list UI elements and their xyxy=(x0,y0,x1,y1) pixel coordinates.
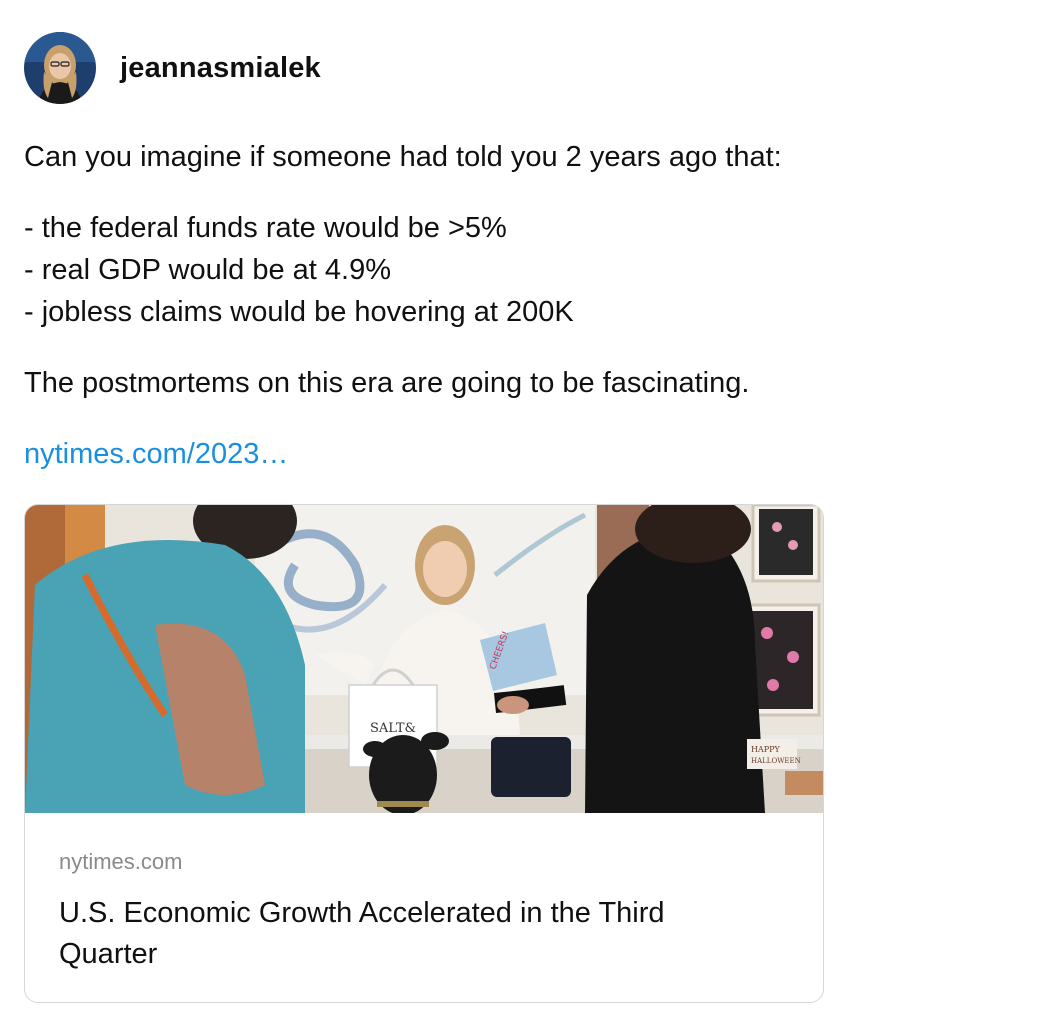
card-meta: nytimes.com U.S. Economic Growth Acceler… xyxy=(25,813,823,975)
link-preview-card[interactable]: CHEERS! SALT& HAPPY HALLOWEEN nytimes.co… xyxy=(24,504,824,1003)
avatar-photo xyxy=(24,32,96,104)
decor-text-line: HAPPY xyxy=(751,745,781,754)
author-username[interactable]: jeannasmialek xyxy=(120,52,321,85)
post-list-item: - jobless claims would be hovering at 20… xyxy=(24,296,574,328)
bag-sign-text: SALT& xyxy=(370,721,416,736)
thread-post: jeannasmialek Can you imagine if someone… xyxy=(24,32,1024,1003)
article-link[interactable]: nytimes.com/2023… xyxy=(24,433,288,475)
post-list: - the federal funds rate would be >5% - … xyxy=(24,207,1024,333)
card-domain: nytimes.com xyxy=(59,849,183,874)
post-line: Can you imagine if someone had told you … xyxy=(24,141,782,173)
article-image: CHEERS! SALT& HAPPY HALLOWEEN xyxy=(25,505,823,813)
decor-text-line: HALLOWEEN xyxy=(751,757,801,765)
post-list-item: - real GDP would be at 4.9% xyxy=(24,254,391,286)
avatar[interactable] xyxy=(24,32,96,104)
post-paragraph: The postmortems on this era are going to… xyxy=(24,362,1024,404)
post-text: Can you imagine if someone had told you … xyxy=(24,136,1024,404)
post-paragraph: Can you imagine if someone had told you … xyxy=(24,136,1024,178)
card-title: U.S. Economic Growth Accelerated in the … xyxy=(59,897,665,970)
post-line: The postmortems on this era are going to… xyxy=(24,367,750,399)
post-list-item: - the federal funds rate would be >5% xyxy=(24,212,507,244)
post-header: jeannasmialek xyxy=(24,32,1024,104)
